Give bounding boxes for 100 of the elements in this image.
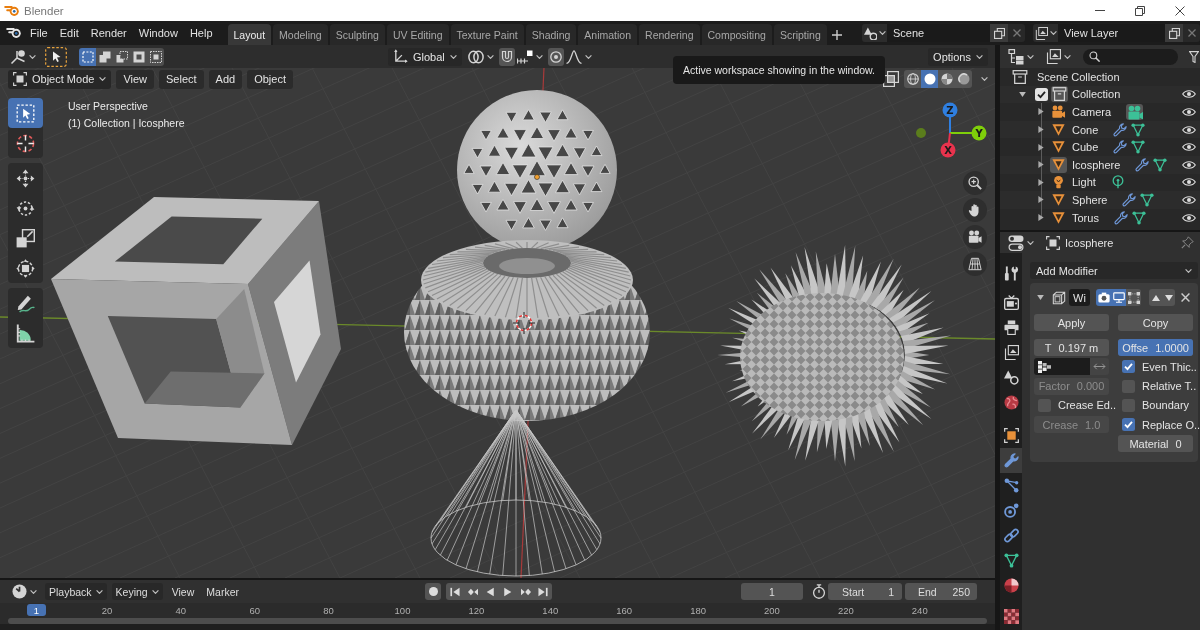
caret-icon[interactable] xyxy=(981,77,988,81)
expand-arrow-icon[interactable] xyxy=(1038,178,1044,186)
workspace-tab[interactable]: Texture Paint xyxy=(450,24,524,45)
expand-arrow-icon[interactable] xyxy=(1038,214,1044,222)
options-dropdown[interactable]: Options xyxy=(928,47,988,66)
toggle-switches-icon[interactable] xyxy=(1008,234,1024,251)
caret-icon[interactable] xyxy=(30,589,37,594)
camera-view-button[interactable] xyxy=(963,225,987,249)
eye-icon[interactable] xyxy=(1182,107,1196,117)
unlink-scene-button[interactable] xyxy=(1008,24,1025,42)
axis-handle[interactable]: X xyxy=(940,142,956,158)
end-frame-field[interactable]: End 250 xyxy=(905,583,977,600)
current-frame-field[interactable]: 1 xyxy=(741,583,803,600)
horizontal-scrollbar[interactable] xyxy=(8,617,987,624)
caret-icon[interactable] xyxy=(584,54,592,59)
new-scene-button[interactable] xyxy=(990,24,1008,42)
view-layer-browse-button[interactable] xyxy=(1033,24,1058,42)
workspace-tab[interactable]: Sculpting xyxy=(329,24,385,45)
eye-icon[interactable] xyxy=(1182,159,1196,170)
expand-arrow-icon[interactable] xyxy=(1038,126,1044,134)
disclosure-triangle-icon[interactable] xyxy=(1019,91,1026,97)
remove-view-layer-button[interactable] xyxy=(1183,24,1200,42)
proportional-edit-toggle[interactable] xyxy=(547,47,564,66)
menu-button[interactable]: View xyxy=(165,583,201,600)
checkbox[interactable] xyxy=(1035,87,1048,101)
start-frame-field[interactable]: Start 1 xyxy=(828,583,902,600)
selection-mode-button[interactable] xyxy=(130,47,147,66)
workspace-tab[interactable]: Modeling xyxy=(273,24,328,45)
render-toggle[interactable] xyxy=(1096,289,1111,306)
menu-dropdown[interactable]: Playback xyxy=(45,583,107,600)
shading-mode-button[interactable] xyxy=(921,70,938,88)
bell-curve-icon[interactable] xyxy=(565,49,582,64)
orientation-dropdown[interactable]: Global xyxy=(388,47,462,66)
menu-button[interactable]: Add xyxy=(208,69,243,89)
selection-mode-button[interactable] xyxy=(113,47,130,66)
snap-grid-icon[interactable] xyxy=(516,49,533,64)
number-field[interactable]: T 0.197 m xyxy=(1034,339,1109,356)
linked-rings-icon[interactable] xyxy=(467,49,484,64)
eye-icon[interactable] xyxy=(1182,212,1196,223)
axis-handle[interactable]: Y xyxy=(971,125,987,141)
apply-button[interactable]: Apply xyxy=(1034,314,1109,331)
jump-end-button[interactable] xyxy=(534,583,553,600)
caret-icon[interactable] xyxy=(1027,54,1034,59)
cross-icon[interactable] xyxy=(1181,293,1190,302)
eye-icon[interactable] xyxy=(1182,142,1196,153)
restore-icon[interactable] xyxy=(1135,5,1145,16)
copy-button[interactable]: Copy xyxy=(1118,314,1193,331)
expand-arrow-icon[interactable] xyxy=(1038,108,1044,116)
stacked-images-icon[interactable] xyxy=(1046,49,1061,64)
workspace-tab[interactable]: Layout xyxy=(227,24,272,45)
move-down-button[interactable] xyxy=(1162,289,1175,306)
editmode-toggle[interactable] xyxy=(1126,289,1141,306)
menu-item[interactable]: Edit xyxy=(53,21,85,45)
caret-icon[interactable] xyxy=(29,54,36,59)
tool-button[interactable] xyxy=(8,98,43,128)
zoom-button[interactable] xyxy=(963,171,987,195)
snap-toggle[interactable] xyxy=(498,47,515,66)
expand-arrow-icon[interactable] xyxy=(1038,143,1044,151)
selection-mode-button[interactable] xyxy=(147,47,164,66)
axis-handle[interactable] xyxy=(916,128,926,138)
checkbox[interactable] xyxy=(1122,418,1135,432)
checkbox[interactable] xyxy=(1122,360,1135,374)
workspace-tab[interactable]: Shading xyxy=(525,24,577,45)
shading-mode-button[interactable] xyxy=(938,70,955,88)
selection-mode-button[interactable] xyxy=(79,47,96,66)
caret-icon[interactable] xyxy=(486,54,494,59)
plus-icon[interactable] xyxy=(831,29,842,40)
eye-icon[interactable] xyxy=(1182,89,1196,100)
caret-icon[interactable] xyxy=(1027,240,1034,245)
stopwatch-icon[interactable] xyxy=(812,584,826,599)
menu-button[interactable]: Object xyxy=(247,69,293,89)
outliner-row[interactable]: Sphere xyxy=(1000,191,1200,209)
wrench-icon[interactable] xyxy=(1122,192,1137,207)
axis-handle[interactable]: Z xyxy=(942,102,958,118)
wrench-icon[interactable] xyxy=(1135,157,1150,172)
vertex-group-field[interactable] xyxy=(1034,358,1090,376)
pin-icon[interactable] xyxy=(1181,236,1194,249)
viewport-toggle[interactable] xyxy=(1111,289,1126,306)
menu-button[interactable]: Select xyxy=(159,69,204,89)
menu-item[interactable]: Window xyxy=(132,21,184,45)
scene-browse-button[interactable] xyxy=(862,24,887,42)
menu-button[interactable]: Marker xyxy=(200,583,245,600)
shading-mode-button[interactable] xyxy=(955,70,972,88)
pan-button[interactable] xyxy=(963,198,987,222)
playhead[interactable]: 1 xyxy=(27,604,46,616)
funnel-icon[interactable] xyxy=(1189,50,1199,63)
select-tool-icon[interactable] xyxy=(45,46,67,67)
wrench-icon[interactable] xyxy=(1113,122,1128,137)
clock-icon[interactable] xyxy=(12,584,27,599)
eye-icon[interactable] xyxy=(1182,177,1196,188)
axes-sphere-icon[interactable] xyxy=(10,48,26,65)
close-icon[interactable] xyxy=(1175,5,1185,16)
menu-item[interactable]: File xyxy=(24,21,54,45)
caret-icon[interactable] xyxy=(535,54,543,59)
tree-list-icon[interactable] xyxy=(1008,48,1024,65)
caret-icon[interactable] xyxy=(1064,54,1071,59)
mode-dropdown[interactable]: Object Mode xyxy=(8,69,112,89)
eye-icon[interactable] xyxy=(1182,124,1196,135)
menu-button[interactable]: View xyxy=(116,69,155,89)
wrench-icon[interactable] xyxy=(1113,210,1128,225)
